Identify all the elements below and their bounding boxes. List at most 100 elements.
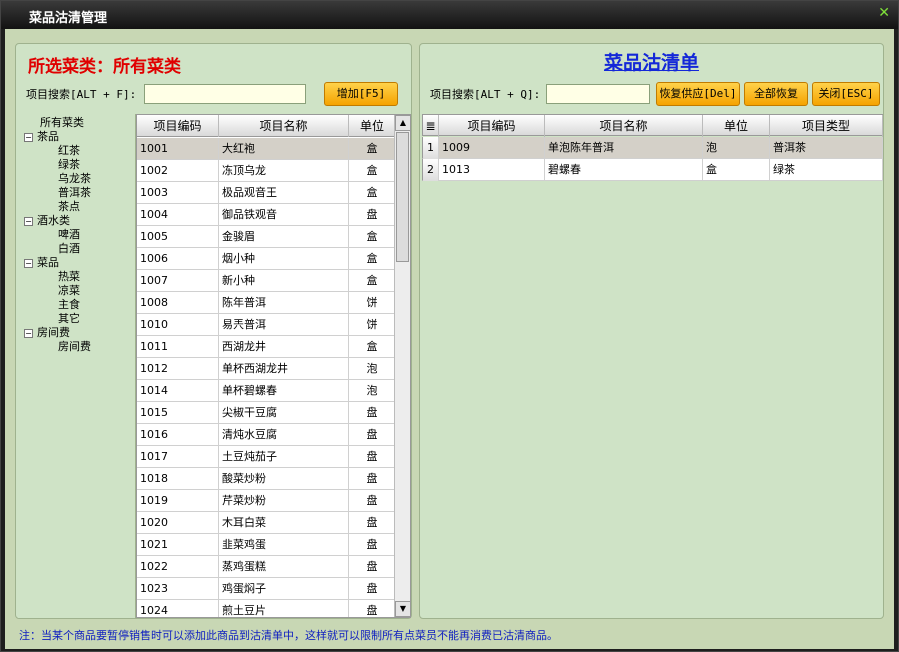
table-row[interactable]: 1002 冻顶乌龙盒 [137,160,396,182]
cell-name: 西湖龙井 [219,336,349,358]
table-row[interactable]: 1012 单杯西湖龙井泡 [137,358,396,380]
footer-note: 注：当某个商品要暂停销售时可以添加此商品到沽清单中，这样就可以限制所有点菜员不能… [19,629,558,642]
restore-all-button[interactable]: 全部恢复 [744,82,808,106]
content-area: 所选菜类：所有菜类 项目搜索[ALT + F]: 增加[F5] 所有菜类 − 茶品红… [5,29,894,649]
cell-code: 1002 [137,160,219,182]
grid-menu-icon[interactable]: ≣ [423,115,439,137]
col-header-unit[interactable]: 单位 [349,115,396,137]
cell-code: 1019 [137,490,219,512]
col-header-unit[interactable]: 单位 [703,115,770,137]
item-grid-header: 项目编码 项目名称 单位 [137,115,396,137]
table-row[interactable]: 1016 清炖水豆腐盘 [137,424,396,446]
cell-type: 普洱茶 [770,137,883,159]
tree-item[interactable]: 啤酒 [58,228,80,242]
col-header-name[interactable]: 项目名称 [545,115,703,137]
soldout-panel: 菜品沽清单 项目搜索[ALT + Q]: 恢复供应[Del] 全部恢复 关闭[E… [419,43,884,619]
add-button[interactable]: 增加[F5] [324,82,398,106]
tree-item[interactable]: 其它 [58,312,80,326]
cell-unit: 饼 [349,292,396,314]
scroll-thumb[interactable] [396,132,409,262]
col-header-type[interactable]: 项目类型 [770,115,883,137]
close-icon[interactable]: ✕ [878,5,890,21]
table-row[interactable]: 2 1013 碧螺春盒绿茶 [422,159,883,181]
tree-item-label: 凉菜 [58,284,80,297]
cell-unit: 盘 [349,534,396,556]
restore-supply-button[interactable]: 恢复供应[Del] [656,82,740,106]
tree-group[interactable]: − 酒水类 [24,214,70,228]
cell-unit: 盘 [349,556,396,578]
collapse-icon[interactable]: − [24,132,33,142]
cell-unit: 盘 [349,468,396,490]
cell-code: 1024 [137,600,219,617]
tree-item-label: 茶品 [37,130,59,143]
table-row[interactable]: 1004 御品铁观音盘 [137,204,396,226]
table-row[interactable]: 1011 西湖龙井盒 [137,336,396,358]
table-row[interactable]: 1023 鸡蛋焖子盘 [137,578,396,600]
col-header-name[interactable]: 项目名称 [219,115,349,137]
tree-group[interactable]: − 茶品 [24,130,59,144]
table-row[interactable]: 1022 蒸鸡蛋糕盘 [137,556,396,578]
table-row[interactable]: 1015 尖椒干豆腐盘 [137,402,396,424]
right-search-input[interactable] [546,84,650,104]
cell-name: 易兲普洱 [219,314,349,336]
collapse-icon[interactable]: − [24,216,33,226]
scroll-down-icon[interactable]: ▼ [395,601,410,617]
tree-item-label: 普洱茶 [58,186,91,199]
cell-unit: 盒 [349,182,396,204]
cell-unit: 盘 [349,512,396,534]
table-row[interactable]: 1018 酸菜炒粉盘 [137,468,396,490]
tree-item[interactable]: 绿茶 [58,158,80,172]
left-search-input[interactable] [144,84,306,104]
cell-name: 蒸鸡蛋糕 [219,556,349,578]
tree-item[interactable]: 凉菜 [58,284,80,298]
close-button[interactable]: 关闭[ESC] [812,82,880,106]
tree-item[interactable]: 普洱茶 [58,186,91,200]
cell-code: 1009 [439,137,545,159]
tree-group[interactable]: − 房间费 [24,326,70,340]
cell-code: 1018 [137,468,219,490]
table-row[interactable]: 1005 金骏眉盒 [137,226,396,248]
cell-name: 单杯西湖龙井 [219,358,349,380]
row-number: 1 [423,137,439,159]
table-row[interactable]: 1007 新小种盒 [137,270,396,292]
item-grid-scrollbar[interactable]: ▲ ▼ [394,115,410,617]
table-row[interactable]: 1014 单杯碧螺春泡 [137,380,396,402]
table-row[interactable]: 1001 大红袍盒 [137,138,396,160]
tree-item[interactable]: 所有菜类 [40,116,84,130]
tree-item[interactable]: 热菜 [58,270,80,284]
table-row[interactable]: 1 1009 单泡陈年普洱泡普洱茶 [422,137,883,159]
table-row[interactable]: 1019 芹菜炒粉盘 [137,490,396,512]
table-row[interactable]: 1017 土豆炖茄子盘 [137,446,396,468]
collapse-icon[interactable]: − [24,328,33,338]
item-grid: 项目编码 项目名称 单位 1001 大红袍盒 1002 冻顶乌龙盒 1003 极品观音王盒… [136,114,411,618]
tree-item[interactable]: 白酒 [58,242,80,256]
table-row[interactable]: 1010 易兲普洱饼 [137,314,396,336]
cell-name: 大红袍 [219,138,349,160]
cell-unit: 盘 [349,204,396,226]
table-row[interactable]: 1024 煎土豆片盘 [137,600,396,617]
col-header-code[interactable]: 项目编码 [137,115,219,137]
table-row[interactable]: 1021 韭菜鸡蛋盘 [137,534,396,556]
cell-name: 芹菜炒粉 [219,490,349,512]
col-header-code[interactable]: 项目编码 [439,115,545,137]
tree-item[interactable]: 乌龙茶 [58,172,91,186]
tree-item[interactable]: 茶点 [58,200,80,214]
cell-unit: 泡 [349,358,396,380]
cell-name: 冻顶乌龙 [219,160,349,182]
tree-item[interactable]: 主食 [58,298,80,312]
tree-item[interactable]: 房间费 [58,340,91,354]
tree-item[interactable]: 红茶 [58,144,80,158]
tree-group[interactable]: − 菜品 [24,256,59,270]
table-row[interactable]: 1020 木耳白菜盘 [137,512,396,534]
cell-unit: 盒 [349,226,396,248]
cell-name: 碧螺春 [545,159,703,181]
cell-code: 1012 [137,358,219,380]
scroll-up-icon[interactable]: ▲ [395,115,410,131]
cell-code: 1001 [137,138,219,160]
table-row[interactable]: 1003 极品观音王盒 [137,182,396,204]
cell-name: 新小种 [219,270,349,292]
collapse-icon[interactable]: − [24,258,33,268]
tree-item-label: 白酒 [58,242,80,255]
table-row[interactable]: 1008 陈年普洱饼 [137,292,396,314]
table-row[interactable]: 1006 烟小种盒 [137,248,396,270]
